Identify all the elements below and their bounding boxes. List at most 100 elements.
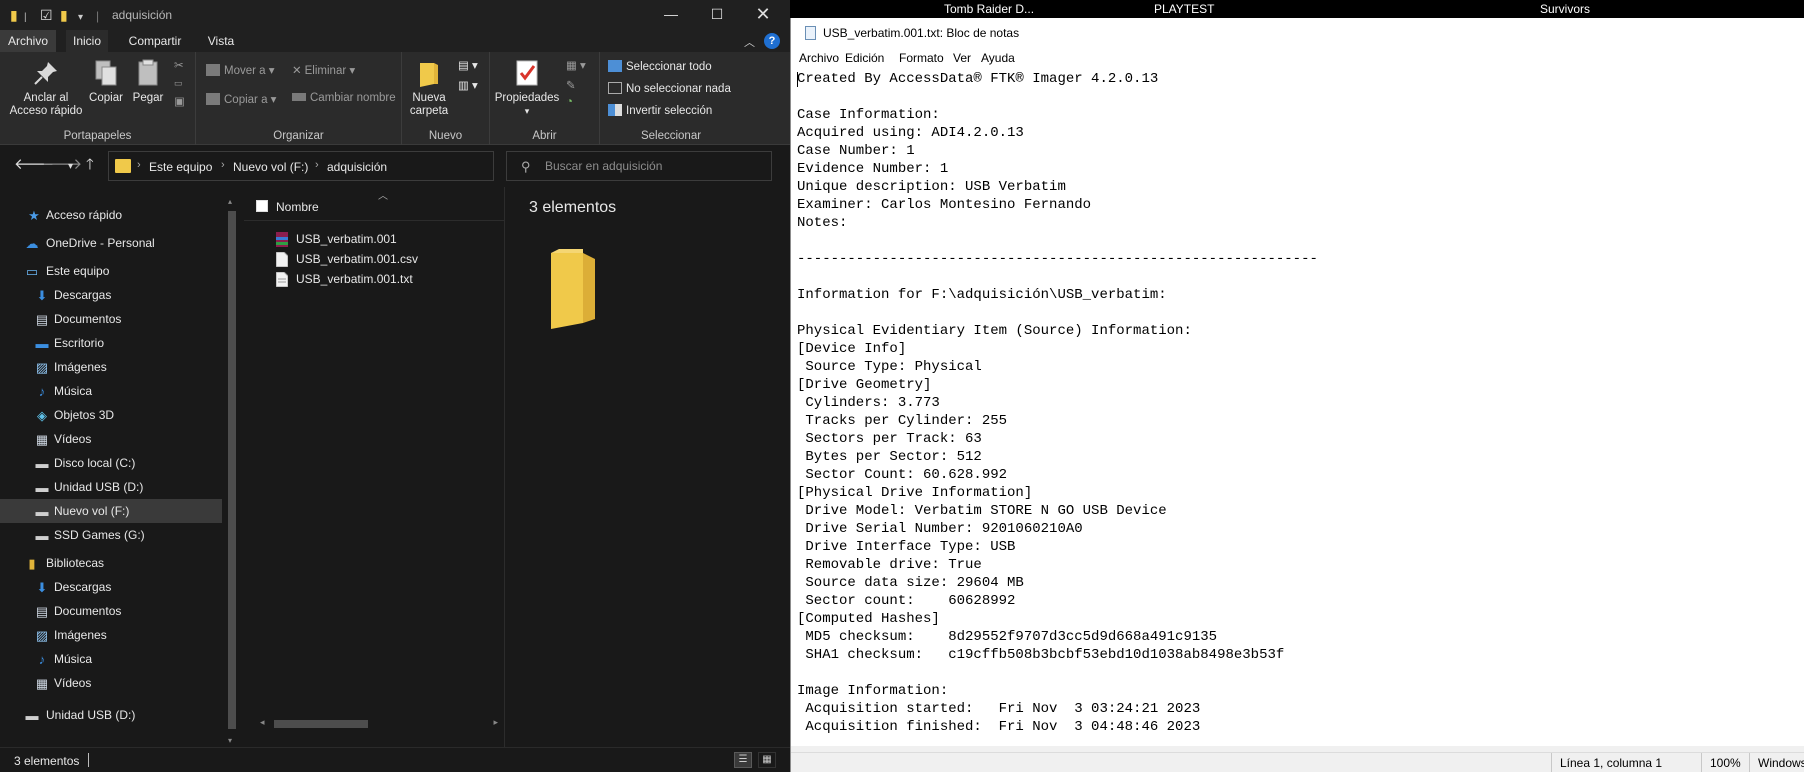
tab-vista[interactable]: Vista: [200, 30, 242, 52]
menu-archivo[interactable]: Archivo: [799, 51, 839, 65]
nav-item-videos[interactable]: ▦ Vídeos: [0, 427, 222, 451]
nav-item-onedrive[interactable]: ☁ OneDrive - Personal: [0, 231, 222, 255]
taskbar-item[interactable]: Tomb Raider D...: [944, 2, 1034, 16]
cut-icon[interactable]: ✂: [174, 58, 184, 72]
pin-quick-access-button[interactable]: Anclar al Acceso rápido: [6, 58, 86, 118]
ribbon-group-select: Seleccionar todo No seleccionar nada Inv…: [600, 52, 742, 145]
nav-item-usb-d-root[interactable]: ▬ Unidad USB (D:): [0, 703, 222, 727]
minimize-button[interactable]: —: [648, 0, 694, 30]
nav-item-this-pc[interactable]: ▭ Este equipo: [0, 259, 222, 283]
details-view-icon[interactable]: ☰: [734, 752, 752, 768]
file-row[interactable]: USB_verbatim.001.txt: [274, 269, 494, 289]
music-icon: ♪: [38, 384, 46, 399]
tab-archivo[interactable]: Archivo: [0, 30, 56, 52]
paste-button[interactable]: Pegar: [128, 58, 168, 105]
address-bar[interactable]: › Este equipo › Nuevo vol (F:) › adquisi…: [108, 151, 586, 181]
nav-item-local-disk-c[interactable]: ▬ Disco local (C:): [0, 451, 222, 475]
nav-item-lib-documents[interactable]: ▤ Documentos: [0, 599, 222, 623]
breadcrumb-adquisicion[interactable]: adquisición: [327, 160, 387, 174]
nav-item-lib-videos[interactable]: ▦ Vídeos: [0, 671, 222, 695]
nav-item-libraries[interactable]: ▮ Bibliotecas: [0, 551, 222, 575]
recent-locations-chevron-icon[interactable]: ▾: [68, 159, 73, 175]
file-row[interactable]: USB_verbatim.001: [274, 229, 494, 249]
customize-qa-chevron-icon[interactable]: ▾: [78, 10, 83, 26]
history-icon[interactable]: ◔: [566, 96, 573, 108]
library-icon: ▮: [28, 556, 36, 571]
search-box[interactable]: ⚲: [506, 151, 772, 181]
file-row[interactable]: USB_verbatim.001.csv: [274, 249, 494, 269]
search-icon: ⚲: [521, 159, 531, 174]
menu-formato[interactable]: Formato: [899, 51, 944, 65]
menu-ver[interactable]: Ver: [953, 51, 971, 65]
nav-item-pictures[interactable]: ▨ Imágenes: [0, 355, 222, 379]
copy-path-icon[interactable]: ▭: [174, 78, 183, 89]
help-icon[interactable]: ?: [764, 33, 780, 49]
scroll-right-icon[interactable]: ▸: [493, 717, 498, 728]
breadcrumb-separator-icon[interactable]: ›: [221, 159, 225, 171]
properties-button[interactable]: Propiedades ▾: [494, 58, 560, 118]
nav-item-lib-music[interactable]: ♪ Música: [0, 647, 222, 671]
new-item-icon[interactable]: ▤ ▾: [458, 58, 478, 72]
scroll-down-icon[interactable]: ▾: [228, 736, 232, 745]
collapse-ribbon-chevron-icon[interactable]: ︿: [744, 34, 755, 50]
breadcrumb-nuevo-vol[interactable]: Nuevo vol (F:): [233, 160, 308, 174]
line-ending-type: Windows: [1749, 753, 1804, 772]
nav-item-ssd-games-g[interactable]: ▬ SSD Games (G:): [0, 523, 222, 547]
close-button[interactable]: ✕: [740, 0, 786, 30]
easy-access-icon[interactable]: ▥ ▾: [458, 78, 478, 92]
download-icon: ⬇: [36, 288, 48, 303]
select-all-button[interactable]: Seleccionar todo: [608, 60, 712, 73]
scroll-up-icon[interactable]: ▴: [228, 197, 232, 206]
navigation-scrollbar[interactable]: ▴ ▾: [226, 197, 238, 745]
nav-item-label: Música: [54, 652, 93, 666]
tab-compartir[interactable]: Compartir: [120, 30, 190, 52]
text-line: ----------------------------------------…: [797, 251, 1318, 267]
properties-check-icon[interactable]: ☑: [40, 7, 53, 23]
copy-to-button[interactable]: Copiar a ▾: [206, 92, 276, 106]
taskbar-item[interactable]: Survivors: [1540, 2, 1590, 16]
nav-item-nuevo-vol-f[interactable]: ▬ Nuevo vol (F:): [0, 499, 222, 523]
edit-icon[interactable]: ✎: [566, 78, 576, 92]
forward-arrow-icon[interactable]: 🡒: [42, 157, 82, 173]
paste-shortcut-icon[interactable]: ▣: [174, 94, 185, 108]
column-header-name[interactable]: Nombre: [276, 200, 319, 214]
select-none-button[interactable]: No seleccionar nada: [608, 82, 731, 95]
up-arrow-icon[interactable]: 🡑: [86, 157, 94, 173]
scrollbar-thumb[interactable]: [228, 211, 236, 729]
notepad-text-area[interactable]: Created By AccessData® FTK® Imager 4.2.0…: [797, 70, 1801, 748]
tab-inicio[interactable]: Inicio: [66, 30, 108, 52]
large-icons-view-icon[interactable]: ▦: [758, 752, 776, 768]
menu-edicion[interactable]: Edición: [845, 51, 884, 65]
maximize-button[interactable]: ☐: [694, 0, 740, 30]
new-folder-qa-icon[interactable]: ▮: [60, 7, 68, 23]
nav-item-quick-access[interactable]: ★ Acceso rápido: [0, 203, 222, 227]
nav-item-documents[interactable]: ▤ Documentos: [0, 307, 222, 331]
menu-ayuda[interactable]: Ayuda: [981, 51, 1015, 65]
nav-item-downloads[interactable]: ⬇ Descargas: [0, 283, 222, 307]
invert-selection-button[interactable]: Invertir selección: [608, 104, 712, 117]
nav-item-label: Imágenes: [54, 360, 107, 374]
nav-item-music[interactable]: ♪ Música: [0, 379, 222, 403]
video-icon: ▦: [35, 676, 49, 691]
nav-item-usb-d[interactable]: ▬ Unidad USB (D:): [0, 475, 222, 499]
nav-item-lib-downloads[interactable]: ⬇ Descargas: [0, 575, 222, 599]
rename-button[interactable]: Cambiar nombre: [292, 92, 396, 104]
breadcrumb-separator-icon[interactable]: ›: [315, 159, 319, 171]
open-icon[interactable]: ▦ ▾: [566, 58, 586, 72]
breadcrumb-separator-icon[interactable]: ›: [137, 159, 141, 171]
nav-item-desktop[interactable]: ▬ Escritorio: [0, 331, 222, 355]
nav-item-label: Acceso rápido: [46, 208, 123, 222]
taskbar-item[interactable]: PLAYTEST: [1154, 2, 1214, 16]
select-all-checkbox[interactable]: [256, 200, 268, 212]
scroll-left-icon[interactable]: ◂: [260, 717, 265, 728]
delete-button[interactable]: ✕ Eliminar ▾: [292, 63, 355, 77]
copy-button[interactable]: Copiar: [86, 58, 126, 105]
nav-item-3d-objects[interactable]: ◈ Objetos 3D: [0, 403, 222, 427]
move-to-button[interactable]: Mover a ▾: [206, 63, 275, 77]
horizontal-scrollbar[interactable]: ◂ ▸: [260, 717, 498, 731]
nav-item-lib-pictures[interactable]: ▨ Imágenes: [0, 623, 222, 647]
search-input[interactable]: [545, 157, 765, 175]
scrollbar-thumb[interactable]: [274, 720, 368, 728]
new-folder-button[interactable]: Nueva carpeta: [404, 58, 454, 118]
breadcrumb-este-equipo[interactable]: Este equipo: [149, 160, 212, 174]
